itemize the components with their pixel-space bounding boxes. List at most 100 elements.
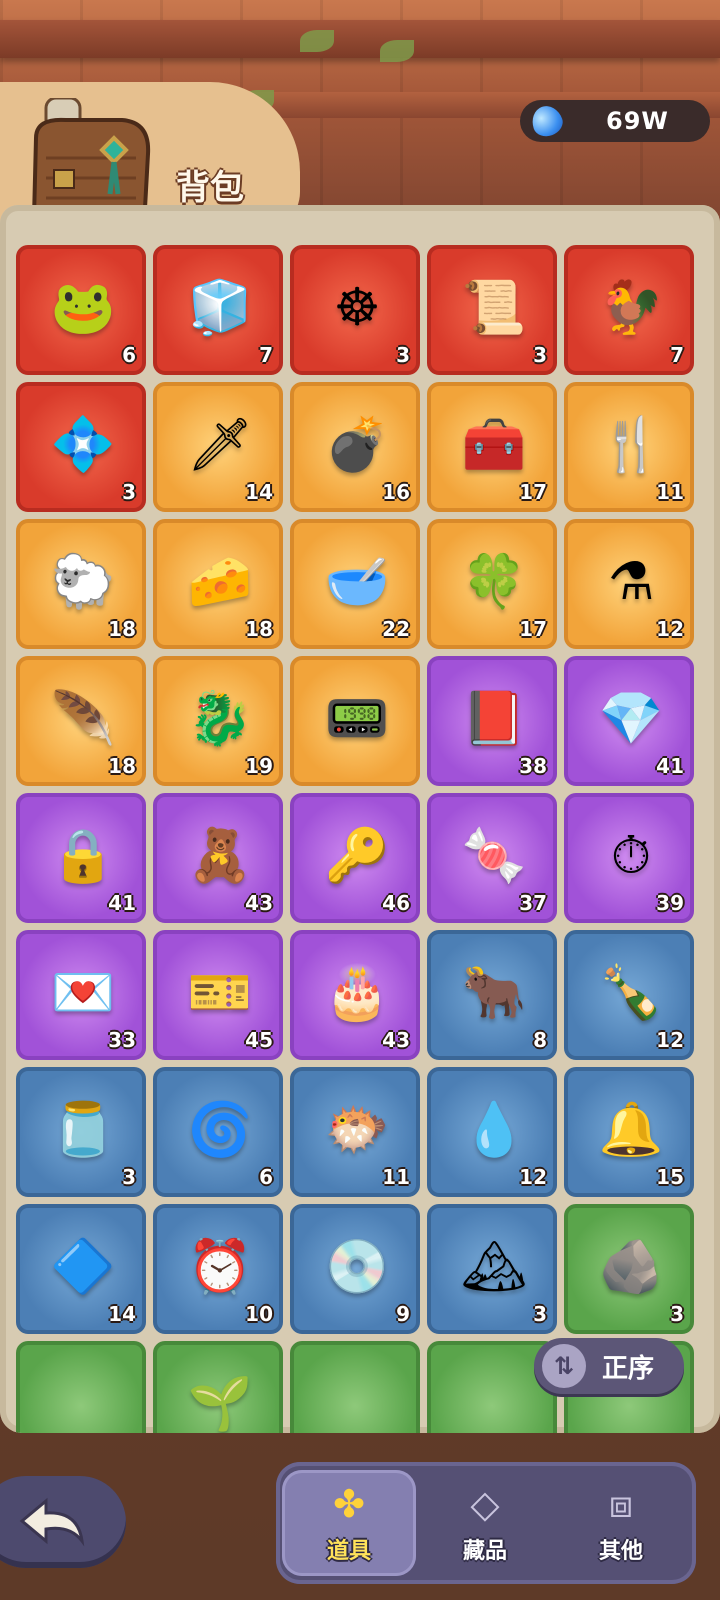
inventory-item-star-potion[interactable]: ⚗ 12 [564,519,694,649]
treasure-box-icon: 🧰 [461,415,527,475]
gold-wing-icon: 🪶 [50,689,116,749]
item-count: 11 [656,480,684,504]
vip-ticket-icon: 🎫 [187,963,253,1023]
sort-label: 正序 [602,1353,655,1384]
inventory-item-dagger[interactable]: 🗡 14 [153,382,283,512]
inventory-item-gold-dragon[interactable]: 🐉 19 [153,656,283,786]
sort-button[interactable]: ⇅ 正序 [534,1338,684,1394]
candy-icon: 🍬 [461,826,527,886]
water-drop-icon: 💧 [461,1100,527,1160]
back-button[interactable] [0,1476,126,1568]
inventory-item-treasure-box[interactable]: 🧰 17 [427,382,557,512]
inventory-item-blue-crystal[interactable]: 💠 3 [16,382,146,512]
inventory-item-gold-wheel[interactable]: ☸ 3 [290,245,420,375]
red-book-icon: 📕 [461,689,527,749]
inventory-item-cheese[interactable]: 🧀 18 [153,519,283,649]
inventory-item-stopwatch[interactable]: ⏱ 39 [564,793,694,923]
scroll-icon: 📜 [461,278,527,338]
inventory-item-puffer-fish[interactable]: 🐡 11 [290,1067,420,1197]
box-icon: ⧈ [608,1481,634,1526]
inventory-item-love-letter[interactable]: 💌 33 [16,930,146,1060]
inventory-item-ice-mountain[interactable]: 🏔 3 [427,1204,557,1334]
item-count: 8 [533,1028,547,1052]
inventory-item-rooster[interactable]: 🐓 7 [564,245,694,375]
inventory-item-scroll[interactable]: 📜 3 [427,245,557,375]
inventory-item-jar[interactable]: 🫙 3 [16,1067,146,1197]
leaf-decoration [300,30,334,52]
tab-diamond[interactable]: ◇ 藏品 [418,1470,552,1576]
item-count: 3 [533,343,547,367]
silver-key-icon: 🔑 [324,826,390,886]
inventory-item-gadget[interactable]: 📟 [290,656,420,786]
inventory-item-swirl-charm[interactable]: 🌀 6 [153,1067,283,1197]
leaf-decoration [380,40,414,62]
inventory-item-teddy-bear[interactable]: 🧸 43 [153,793,283,923]
item-count: 41 [656,754,684,778]
water-bottle-icon: 🍾 [598,963,664,1023]
inventory-item-candy[interactable]: 🍬 37 [427,793,557,923]
inventory-item-fork[interactable]: 🍴 11 [564,382,694,512]
inventory-item-green-2[interactable]: 🌱 [153,1341,283,1433]
inventory-item-water-bottle[interactable]: 🍾 12 [564,930,694,1060]
item-count: 7 [259,343,273,367]
inventory-item-alarm-clock[interactable]: ⏰ 10 [153,1204,283,1334]
tab-clover[interactable]: ✤ 道具 [282,1470,416,1576]
item-count: 11 [382,1165,410,1189]
inventory-item-vip-ticket[interactable]: 🎫 45 [153,930,283,1060]
item-count: 3 [122,1165,136,1189]
cheese-icon: 🧀 [187,552,253,612]
swirl-charm-icon: 🌀 [187,1100,253,1160]
inventory-item-crystal-shard[interactable]: 🔷 14 [16,1204,146,1334]
currency-display[interactable]: 69W [520,100,710,142]
item-count: 12 [519,1165,547,1189]
inventory-item-ice-cube[interactable]: 🧊 7 [153,245,283,375]
inventory-item-rune-stone[interactable]: 🪨 3 [564,1204,694,1334]
rune-stone-icon: 🪨 [598,1237,664,1297]
inventory-item-red-book[interactable]: 📕 38 [427,656,557,786]
inventory-item-cd-disc[interactable]: 💿 9 [290,1204,420,1334]
item-count: 18 [108,754,136,778]
inventory-item-clover-coin[interactable]: 🍀 17 [427,519,557,649]
puffer-fish-icon: 🐡 [324,1100,390,1160]
inventory-item-gold-sheep[interactable]: 🐑 18 [16,519,146,649]
inventory-item-green-3[interactable] [290,1341,420,1433]
inventory-item-frog-orb[interactable]: 🐸 6 [16,245,146,375]
inventory-item-green-1[interactable] [16,1341,146,1433]
item-count: 18 [245,617,273,641]
item-count: 22 [382,617,410,641]
green-1-icon [42,1363,124,1433]
inventory-item-bowl[interactable]: 🥣 22 [290,519,420,649]
item-count: 10 [245,1302,273,1326]
gold-dragon-icon: 🐉 [187,689,253,749]
tab-label: 藏品 [462,1539,507,1564]
alarm-clock-icon: ⏰ [187,1237,253,1297]
gold-wheel-icon: ☸ [333,278,381,338]
tab-label: 道具 [326,1539,371,1564]
inventory-item-padlock[interactable]: 🔒 41 [16,793,146,923]
item-count: 12 [656,1028,684,1052]
item-count: 19 [245,754,273,778]
inventory-item-cake[interactable]: 🎂 43 [290,930,420,1060]
wood-beam [0,20,720,58]
bowl-icon: 🥣 [324,552,390,612]
inventory-item-water-drop[interactable]: 💧 12 [427,1067,557,1197]
crystal-shard-icon: 🔷 [50,1237,116,1297]
inventory-item-silver-key[interactable]: 🔑 46 [290,793,420,923]
item-count: 12 [656,617,684,641]
item-count: 7 [670,343,684,367]
love-letter-icon: 💌 [50,963,116,1023]
rooster-icon: 🐓 [598,278,664,338]
tab-box[interactable]: ⧈ 其他 [554,1470,688,1576]
currency-value: 69W [606,107,669,135]
diamond-icon: ◇ [470,1482,500,1526]
cannon-icon: 💣 [324,415,390,475]
inventory-item-purple-gem[interactable]: 💎 41 [564,656,694,786]
cd-disc-icon: 💿 [324,1237,390,1297]
inventory-item-bell[interactable]: 🔔 15 [564,1067,694,1197]
inventory-item-gold-wing[interactable]: 🪶 18 [16,656,146,786]
item-count: 3 [533,1302,547,1326]
item-count: 33 [108,1028,136,1052]
ice-cube-icon: 🧊 [187,278,253,338]
inventory-item-cannon[interactable]: 💣 16 [290,382,420,512]
inventory-item-ox-statue[interactable]: 🐂 8 [427,930,557,1060]
